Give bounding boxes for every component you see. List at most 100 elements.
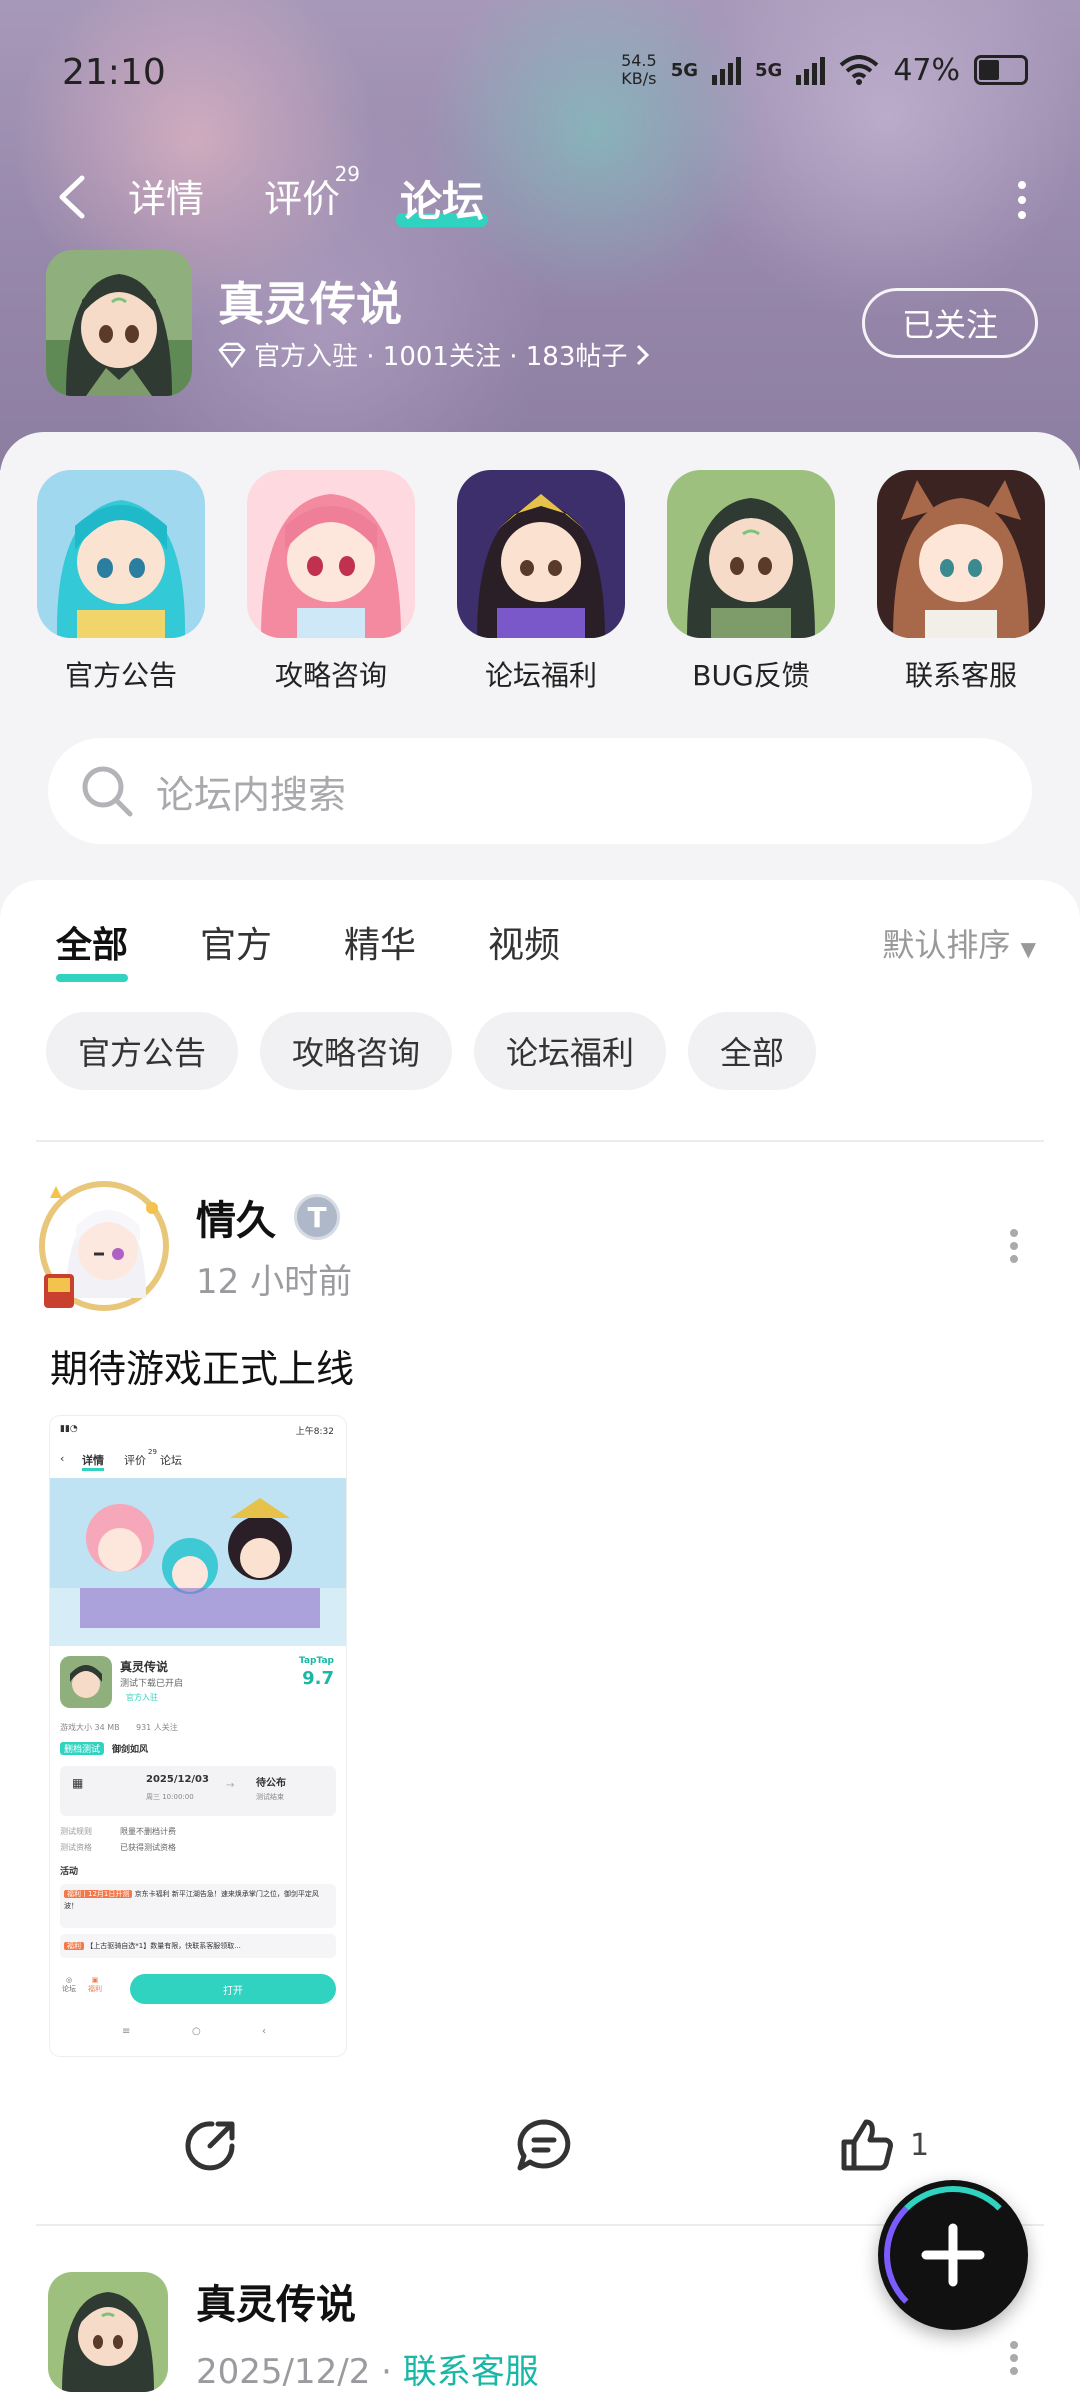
thumb-back-icon: ‹ [60,1452,65,1465]
battery-icon [974,55,1028,85]
post2-meta: 2025/12/2 · 联系客服 [196,2344,539,2393]
thumb-size: 游戏大小 34 MB [60,1723,120,1732]
thumb-official: 官方入驻 [126,1693,158,1702]
share-icon [185,2121,235,2171]
channel-icon-strategy [247,470,415,638]
thumb-rule1-key: 测试规则 [60,1827,92,1836]
forum-search-bar[interactable]: 论坛内搜索 [48,738,1032,844]
thumb-tab-forum: 论坛 [160,1454,182,1467]
thumb-status-icons: ▮▮◔ [60,1424,78,1434]
channel-icon-announcement [37,470,205,638]
thumb-rule2-value: 已获得测试资格 [120,1843,176,1852]
category-chips: 官方公告 攻略咨询 论坛福利 全部 [46,1012,817,1090]
thumb-test-tag: 删档测试 [60,1742,105,1755]
caret-down-icon: ▼ [1020,937,1036,961]
feed-tab-all[interactable]: 全部 [56,916,129,982]
wifi-icon [839,55,879,85]
channel-customer-service[interactable]: 联系客服 [876,470,1046,692]
search-icon [82,766,133,817]
avatar[interactable] [36,1178,172,1314]
user-badge: T [294,1194,340,1240]
feed-tab-official[interactable]: 官方 [200,916,272,968]
post-time: 12 小时前 [196,1262,353,1302]
tab-forum[interactable]: 论坛 [395,168,489,229]
thumb-tab-reviews: 评价 [124,1454,146,1467]
battery-percent: 47% [893,52,960,88]
channel-strategy[interactable]: 攻略咨询 [246,470,416,692]
thumb-date-start: 2025/12/03 [146,1774,209,1785]
thumb-followers: 931 人关注 [136,1723,178,1732]
thumb-tab-details: 详情 [82,1452,104,1471]
share-button[interactable] [182,2116,240,2174]
chip-strategy[interactable]: 攻略咨询 [260,1012,453,1090]
sort-dropdown[interactable]: 默认排序 ▼ [882,920,1036,966]
tab-details[interactable]: 详情 [128,168,204,223]
game-header: 真灵传说 官方入驻 · 1001关注 · 183帖子 已关注 [46,250,1046,400]
comment-icon [517,2119,571,2171]
like-button[interactable]: 1 [838,2116,929,2174]
follow-button[interactable]: 已关注 [862,288,1038,358]
thumb-game-sub: 测试下载已开启 [120,1679,184,1689]
signal-icon-2 [796,55,826,85]
feed-tab-video[interactable]: 视频 [488,916,560,968]
chip-official-announcement[interactable]: 官方公告 [46,1012,239,1090]
feed-tab-featured[interactable]: 精华 [344,916,416,968]
thumb-rule1-value: 限量不删档计费 [120,1827,176,1836]
more-vertical-icon[interactable] [1008,2340,1020,2376]
thumb-rule2-key: 测试资格 [60,1843,92,1852]
thumb-time: 上午8:32 [295,1427,334,1437]
thumb-score: 9.7 [302,1668,334,1689]
status-bar: 21:10 54.5 KB/s 5G 5G 47% [0,48,1080,98]
sim2-label: 5G [755,59,783,81]
network-speed: 54.5 KB/s [621,51,657,88]
signal-icon [712,55,741,85]
thumb-date-start-sub: 周三 10:00:00 [146,1793,194,1801]
thumb-activity-label: 活动 [60,1867,79,1877]
thumb-game-name: 真灵传说 [120,1660,169,1674]
channel-bug-feedback[interactable]: BUG反馈 [666,470,836,692]
post2-date: 2025/12/2 [196,2352,371,2392]
thumb-welfare-btn: ▣ 福利 [88,1976,102,1993]
comment-button[interactable] [514,2116,574,2174]
channel-official-announcement[interactable]: 官方公告 [36,470,206,692]
post2-avatar[interactable] [48,2272,168,2392]
more-vertical-icon[interactable] [1008,1228,1020,1264]
channel-icon-welfare [457,470,625,638]
thumb-open-button: 打开 [130,1974,336,2004]
thumb-test-name: 御剑如风 [112,1745,149,1755]
thumb-score-brand: TapTap [299,1656,334,1666]
thumb-game-logo [60,1656,112,1708]
post-image[interactable]: ▮▮◔ 上午8:32 ‹ 详情 评价 29 论坛 真灵传说 测试下载已开启 官方… [50,1416,346,2056]
divider [36,1140,1044,1142]
thumb-date-end: 待公布 [256,1778,286,1789]
tab-reviews[interactable]: 评价 29 [264,162,360,223]
post2-author: 真灵传说 [196,2282,356,2328]
chip-all[interactable]: 全部 [688,1012,817,1090]
like-count: 1 [910,2127,930,2163]
thumb-nav-home-icon: ○ [192,2026,201,2037]
thumb-tab-count: 29 [148,1448,157,1456]
top-nav: 详情 评价 29 论坛 [0,160,1080,230]
diamond-icon [218,342,246,368]
thumb-date-end-sub: 测试结束 [256,1793,284,1801]
thumb-banner-image [50,1478,346,1646]
thumb-arrow-icon: → [226,1780,235,1791]
game-logo[interactable] [46,250,192,396]
post-author[interactable]: 情久 T [196,1188,340,1246]
thumb-nav-back-icon: ‹ [262,2026,266,2037]
back-arrow-icon[interactable] [52,174,92,220]
post-actions: 1 [0,2110,1080,2190]
game-title: 真灵传说 [218,277,402,331]
thumb-act2-text: 【上古驱骑自选*1】数量有限，快联系客服领取... [86,1942,241,1950]
status-time: 21:10 [62,52,166,93]
new-post-fab[interactable] [878,2180,1028,2330]
thumb-forum-btn: ◎ 论坛 [62,1976,76,1993]
more-vertical-icon[interactable] [1016,180,1028,220]
channel-forum-welfare[interactable]: 论坛福利 [456,470,626,692]
search-placeholder: 论坛内搜索 [156,772,347,817]
chip-welfare[interactable]: 论坛福利 [474,1012,667,1090]
feed-tabs: 全部 官方 精华 视频 默认排序 ▼ [56,908,1036,982]
reviews-count: 29 [334,162,361,186]
game-meta[interactable]: 官方入驻 · 1001关注 · 183帖子 [218,336,651,373]
post2-category-link[interactable]: 联系客服 [403,2352,539,2392]
